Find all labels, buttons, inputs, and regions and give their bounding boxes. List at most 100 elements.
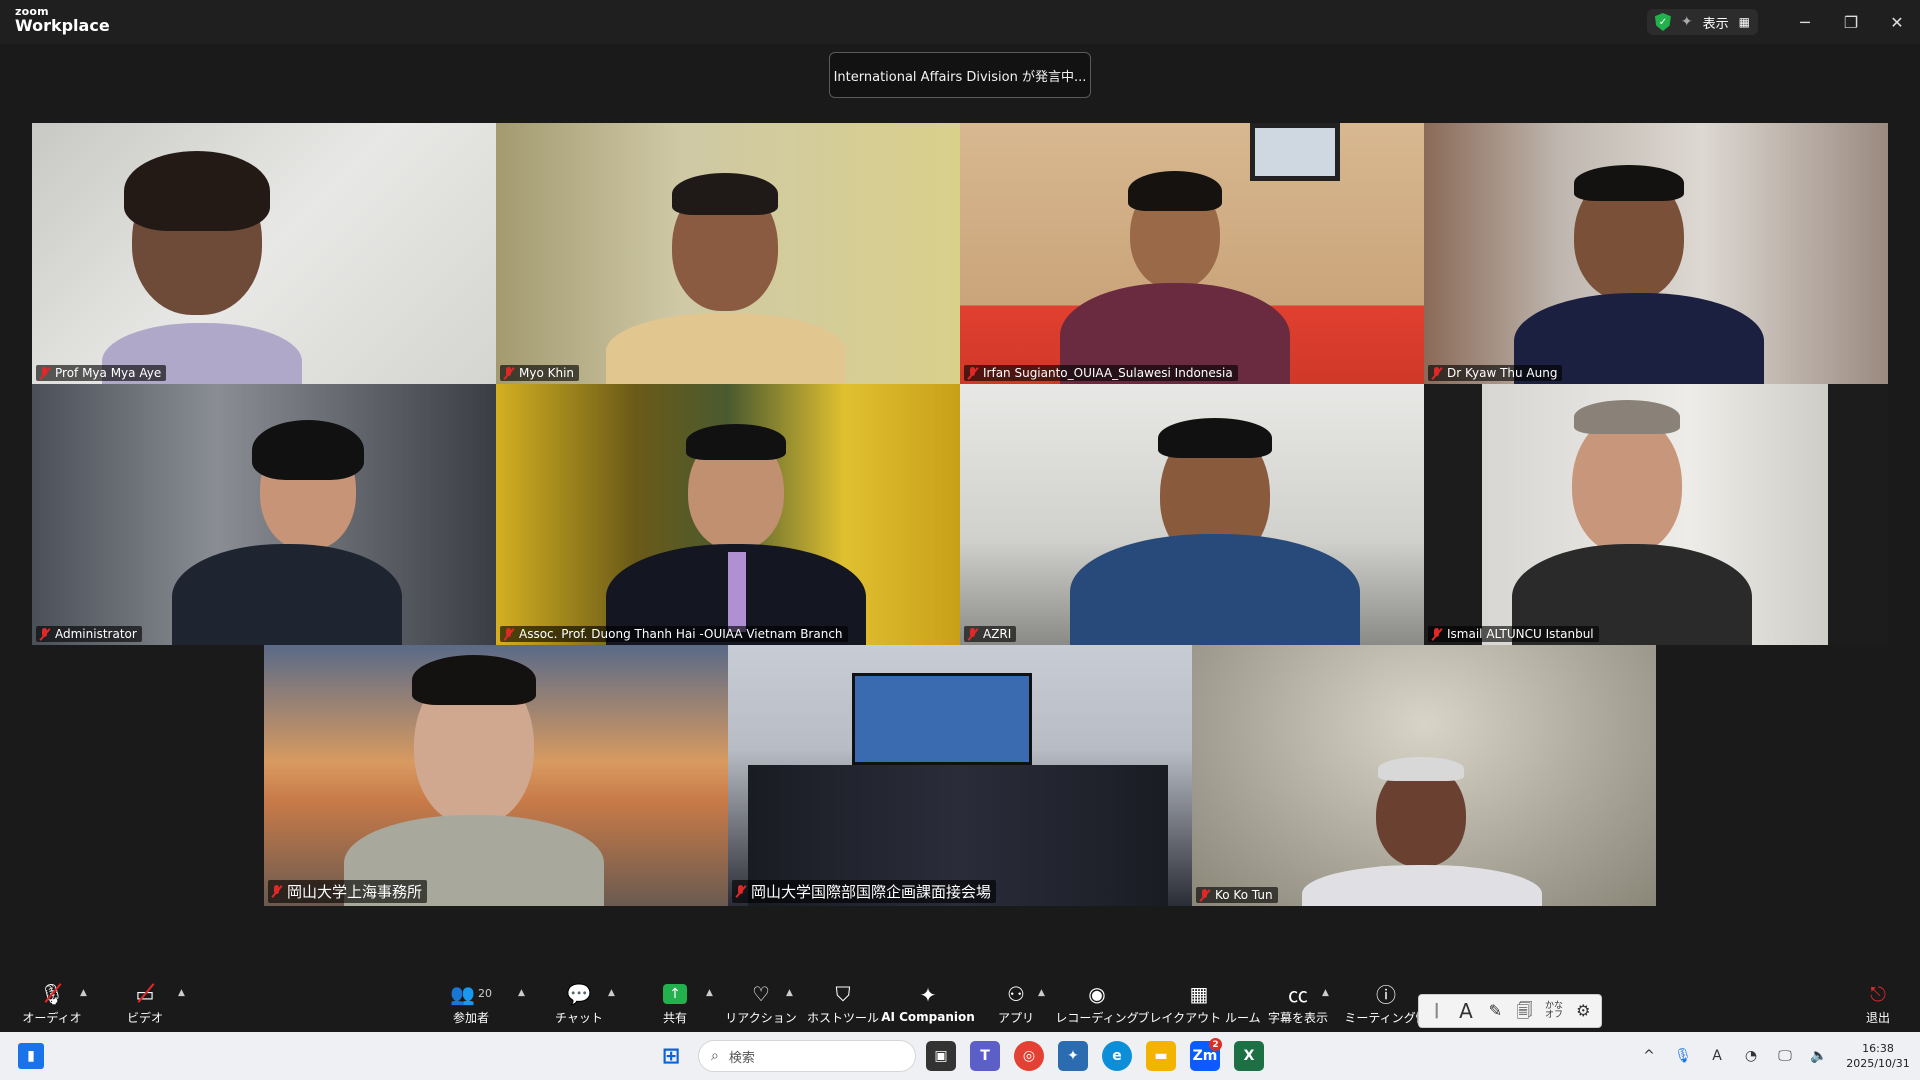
- mic-muted-icon: [503, 627, 515, 641]
- app-icon[interactable]: ✦: [1058, 1041, 1088, 1071]
- reactions-options-caret-icon[interactable]: ▲: [786, 988, 793, 998]
- file-explorer-icon[interactable]: ▬: [1146, 1041, 1176, 1071]
- audio-options-caret-icon[interactable]: ▲: [80, 988, 87, 998]
- video-tile[interactable]: AZRI: [960, 384, 1424, 645]
- participants-options-caret-icon[interactable]: ▲: [518, 988, 525, 998]
- apps-options-caret-icon[interactable]: ▲: [1038, 988, 1045, 998]
- video-tile[interactable]: Prof Mya Mya Aye: [32, 123, 496, 384]
- ime-settings-gear-icon[interactable]: ⚙: [1570, 997, 1597, 1025]
- view-label[interactable]: 表示: [1703, 13, 1729, 32]
- kana-toggle-button[interactable]: かな オフ: [1540, 997, 1567, 1025]
- wall-frame: [1250, 123, 1340, 181]
- clock-time: 16:38: [1862, 1042, 1894, 1055]
- security-view-group[interactable]: ✓ ✦ 表示 ▦: [1646, 9, 1758, 35]
- chrome-icon[interactable]: ◎: [1014, 1041, 1044, 1071]
- show-hidden-icons-chevron-icon[interactable]: ^: [1632, 1048, 1666, 1064]
- excel-icon[interactable]: X: [1234, 1041, 1264, 1071]
- shield-icon: ⛉: [835, 981, 851, 1006]
- video-off-icon: ▭: [135, 981, 155, 1006]
- sync-icon[interactable]: ◔: [1734, 1048, 1768, 1064]
- participant-hair: [1574, 165, 1684, 201]
- video-tile[interactable]: 岡山大学上海事務所: [264, 645, 728, 906]
- meeting-info-button[interactable]: ⓘ ミーティング情: [1344, 974, 1428, 1032]
- handwriting-icon[interactable]: ✎: [1482, 997, 1509, 1025]
- video-tile[interactable]: Myo Khin: [496, 123, 960, 384]
- widgets-icon[interactable]: ▮: [18, 1043, 44, 1069]
- participant-hair: [686, 424, 786, 460]
- chat-button[interactable]: 💬 チャット: [554, 974, 604, 1032]
- chat-options-caret-icon[interactable]: ▲: [608, 988, 615, 998]
- close-button[interactable]: ✕: [1874, 0, 1920, 44]
- participant-body: [172, 544, 402, 645]
- ime-mode-button[interactable]: A: [1452, 997, 1479, 1025]
- breakout-grid-icon: ▦: [1189, 981, 1209, 1006]
- participant-hair: [1158, 418, 1272, 458]
- zoom-taskbar-icon[interactable]: Zm 2: [1190, 1038, 1222, 1071]
- audio-button[interactable]: 🎙 オーディオ: [22, 974, 81, 1032]
- ime-indicator[interactable]: A: [1700, 1048, 1734, 1064]
- participant-hair: [1378, 757, 1464, 781]
- taskbar-search-box[interactable]: ⌕ 検索: [698, 1040, 916, 1072]
- windows-taskbar: ▮ ⊞ ⌕ 検索 ▣ T ◎ ✦ e ▬ Zm 2 X ^ 🎙 A ◔ 🖵 🔈 1…: [0, 1032, 1920, 1080]
- participant-hair: [412, 655, 536, 705]
- video-tile[interactable]: Ismail ALTUNCU Istanbul: [1424, 384, 1888, 645]
- participant-name-tag: Myo Khin: [500, 365, 580, 381]
- dictionary-icon[interactable]: 🗐: [1511, 997, 1538, 1025]
- logo-brand-bottom: Workplace: [15, 16, 110, 35]
- task-view-icon[interactable]: ▣: [926, 1041, 956, 1071]
- sparkle-icon: ✦: [919, 983, 937, 1007]
- participant-hair: [672, 173, 778, 215]
- participant-name-tag: Assoc. Prof. Duong Thanh Hai -OUIAA Viet…: [500, 626, 848, 642]
- video-tile[interactable]: Ko Ko Tun: [1192, 645, 1656, 906]
- network-icon[interactable]: 🖵: [1768, 1048, 1802, 1064]
- microphone-icon[interactable]: 🎙: [1666, 1048, 1700, 1064]
- reactions-button[interactable]: ♡ リアクション: [725, 974, 796, 1032]
- participant-hair: [124, 151, 270, 231]
- apps-button[interactable]: ⚇ アプリ: [998, 974, 1034, 1032]
- video-button[interactable]: ▭ ビデオ: [120, 974, 170, 1032]
- recording-button[interactable]: ◉ レコーディング: [1055, 974, 1138, 1032]
- video-tile[interactable]: Assoc. Prof. Duong Thanh Hai -OUIAA Viet…: [496, 384, 960, 645]
- restore-button[interactable]: ❐: [1828, 0, 1874, 44]
- video-tile[interactable]: 岡山大学国際部国際企画課面接会場: [728, 645, 1192, 906]
- sparkle-icon[interactable]: ✦: [1681, 14, 1693, 30]
- participant-body: [1070, 534, 1360, 645]
- search-placeholder: 検索: [728, 1050, 755, 1066]
- edge-icon[interactable]: e: [1102, 1041, 1132, 1071]
- share-options-caret-icon[interactable]: ▲: [706, 988, 713, 998]
- video-tile[interactable]: Dr Kyaw Thu Aung: [1424, 123, 1888, 384]
- chat-icon: 💬: [566, 981, 592, 1006]
- share-button[interactable]: ↑ 共有: [650, 974, 700, 1032]
- minimize-button[interactable]: ─: [1782, 0, 1828, 44]
- leave-button[interactable]: ⎋ 退出: [1866, 974, 1890, 1032]
- participant-name-tag: Ismail ALTUNCU Istanbul: [1428, 626, 1599, 642]
- teams-icon[interactable]: T: [970, 1041, 1000, 1071]
- participant-name-tag: Ko Ko Tun: [1196, 887, 1278, 903]
- windows-start-icon[interactable]: ⊞: [656, 1041, 686, 1071]
- ai-companion-button[interactable]: ✦ AI Companion: [881, 974, 975, 1032]
- leave-icon: ⎋: [1870, 981, 1886, 1006]
- video-tile[interactable]: Administrator: [32, 384, 496, 645]
- participant-body: [606, 313, 846, 384]
- video-options-caret-icon[interactable]: ▲: [178, 988, 185, 998]
- host-tools-button[interactable]: ⛉ ホストツール: [807, 974, 879, 1032]
- video-tile[interactable]: Irfan Sugianto_OUIAA_Sulawesi Indonesia: [960, 123, 1424, 384]
- participant-name-tag: Dr Kyaw Thu Aung: [1428, 365, 1563, 381]
- captions-options-caret-icon[interactable]: ▲: [1322, 988, 1329, 998]
- apps-icon: ⚇: [1007, 981, 1025, 1006]
- taskbar-clock[interactable]: 16:38 2025/10/31: [1836, 1041, 1920, 1071]
- participants-button[interactable]: 👥 20 参加者: [442, 974, 500, 1032]
- grid-view-icon[interactable]: ▦: [1739, 15, 1750, 29]
- captions-button[interactable]: ㏄ 字幕を表示: [1266, 974, 1330, 1032]
- encryption-shield-icon[interactable]: ✓: [1654, 13, 1671, 31]
- title-bar: zoom Workplace ✓ ✦ 表示 ▦ ─ ❐ ✕: [0, 0, 1920, 44]
- record-icon: ◉: [1088, 981, 1106, 1006]
- breakout-rooms-button[interactable]: ▦ ブレイクアウト ルーム: [1137, 974, 1260, 1032]
- meeting-screen: [852, 673, 1032, 765]
- ime-grip-icon[interactable]: ┃: [1423, 997, 1450, 1025]
- microphone-muted-icon: 🎙: [39, 981, 65, 1006]
- volume-icon[interactable]: 🔈: [1802, 1048, 1836, 1064]
- mic-muted-icon: [271, 885, 283, 898]
- participant-name-tag: Irfan Sugianto_OUIAA_Sulawesi Indonesia: [964, 365, 1238, 381]
- participant-hair: [252, 420, 364, 480]
